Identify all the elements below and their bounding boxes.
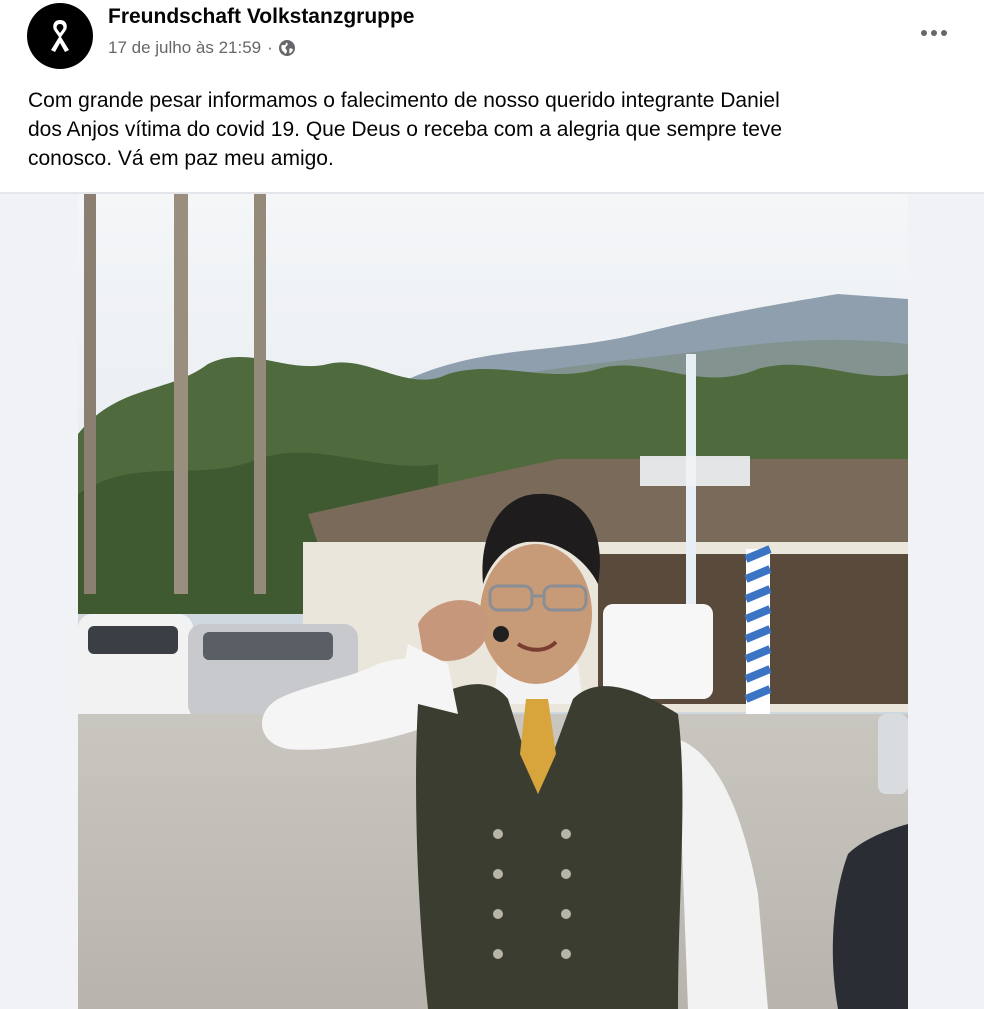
- post-text-line: Com grande pesar informamos o faleciment…: [28, 89, 780, 112]
- black-ribbon-icon: [51, 20, 69, 52]
- post-text-line: dos Anjos vítima do covid 19. Que Deus o…: [28, 118, 783, 141]
- facebook-post: Freundschaft Volkstanzgruppe 17 de julho…: [0, 0, 984, 1009]
- post-photo[interactable]: [78, 194, 908, 1009]
- more-options-button[interactable]: [916, 18, 952, 48]
- post-meta: 17 de julho às 21:59 ·: [108, 38, 296, 58]
- page-name-link[interactable]: Freundschaft Volkstanzgruppe: [108, 5, 414, 29]
- page-avatar[interactable]: [27, 3, 93, 69]
- more-options-icon: [921, 30, 947, 36]
- post-text-line: conosco. Vá em paz meu amigo.: [28, 147, 334, 170]
- meta-separator: ·: [267, 38, 273, 57]
- post-media: [0, 194, 984, 1009]
- post-message: Com grande pesar informamos o faleciment…: [28, 86, 953, 173]
- post-timestamp[interactable]: 17 de julho às 21:59: [108, 38, 261, 58]
- globe-icon[interactable]: [278, 39, 296, 57]
